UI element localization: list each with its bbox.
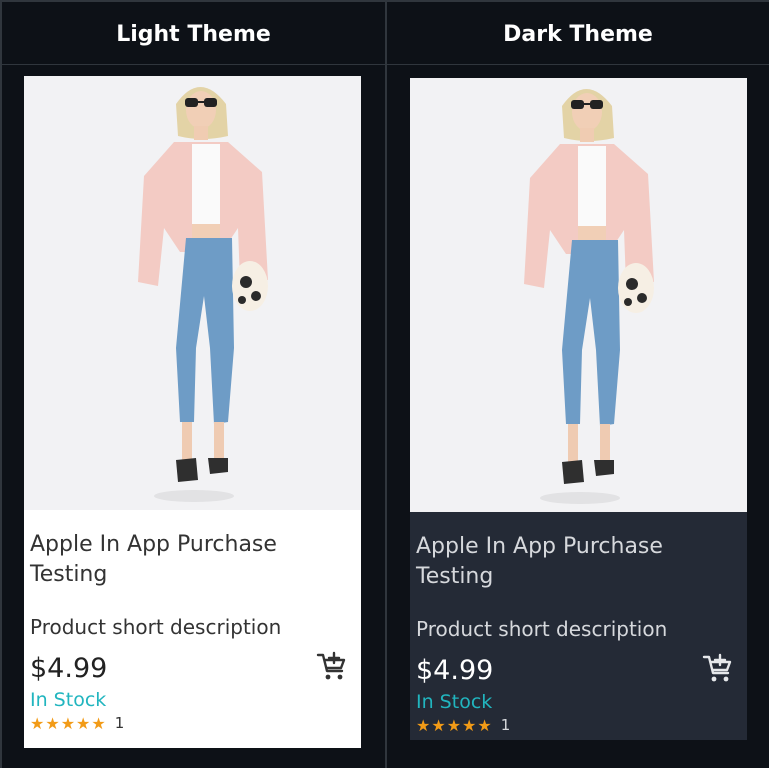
- light-theme-header: Light Theme: [116, 22, 271, 47]
- product-price: $4.99: [416, 655, 494, 686]
- product-image[interactable]: [410, 78, 747, 512]
- dark-theme-header: Dark Theme: [503, 22, 653, 47]
- table-border-left: [0, 0, 2, 768]
- model-illustration: [410, 78, 747, 512]
- stock-status: In Stock: [416, 691, 493, 713]
- rating: ★★★★★ 1: [30, 712, 124, 734]
- rating: ★★★★★ 1: [416, 714, 510, 736]
- product-description: Product short description: [416, 617, 668, 641]
- product-price: $4.99: [30, 653, 108, 684]
- product-title[interactable]: Apple In App Purchase Testing: [416, 532, 716, 592]
- product-title[interactable]: Apple In App Purchase Testing: [30, 530, 330, 590]
- model-illustration: [24, 76, 361, 510]
- rating-count: 1: [500, 716, 511, 734]
- product-card-dark[interactable]: Apple In App Purchase Testing Product sh…: [410, 78, 747, 740]
- product-card-light[interactable]: Apple In App Purchase Testing Product sh…: [24, 76, 361, 748]
- product-image[interactable]: [24, 76, 361, 510]
- add-to-cart-icon[interactable]: [702, 652, 734, 684]
- star-icons: ★★★★★: [416, 715, 493, 735]
- add-to-cart-icon[interactable]: [316, 650, 348, 682]
- stock-status: In Stock: [30, 689, 107, 711]
- column-divider: [385, 0, 387, 768]
- star-icons: ★★★★★: [30, 713, 107, 733]
- rating-count: 1: [114, 714, 125, 732]
- theme-comparison: Light Theme Dark Theme Apple In App Purc…: [0, 0, 769, 768]
- product-description: Product short description: [30, 615, 282, 639]
